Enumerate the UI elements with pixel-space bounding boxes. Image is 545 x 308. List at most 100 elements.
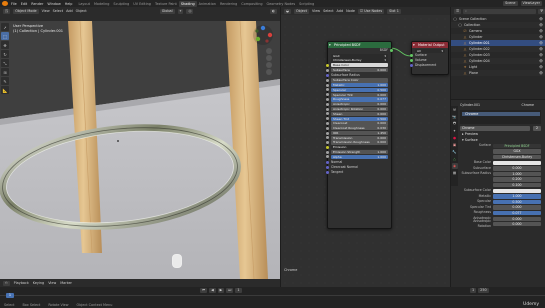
- node-field-metallic[interactable]: Metallic 1.000: [326, 83, 388, 88]
- viewport-menu-object[interactable]: Object: [76, 9, 87, 13]
- node-field-emission-strength[interactable]: Emission Strength 1.000: [326, 150, 388, 155]
- play-icon[interactable]: ▶: [217, 288, 225, 293]
- node-socket[interactable]: [326, 155, 329, 159]
- node-field-ior[interactable]: IOR 1.450: [326, 130, 388, 136]
- property-value-field[interactable]: 1.000: [493, 194, 541, 199]
- node-socket[interactable]: [326, 170, 329, 174]
- node-socket[interactable]: [326, 73, 329, 77]
- viewport-menu-add[interactable]: Add: [66, 9, 73, 13]
- node-field-anisotropic[interactable]: Anisotropic 0.000: [326, 102, 388, 107]
- subsurface-method-dropdown[interactable]: Christensen-Burley ▾: [331, 58, 388, 63]
- proportional-edit-icon[interactable]: ◎: [186, 8, 194, 14]
- material-slot-item[interactable]: Chrome: [462, 111, 540, 116]
- pan-hand-icon[interactable]: [266, 55, 272, 61]
- output-target-dropdown[interactable]: All ▾: [415, 48, 445, 53]
- select-box-tool-icon[interactable]: ⬚: [1, 32, 9, 40]
- node-socket[interactable]: [326, 121, 329, 125]
- ortho-grid-icon[interactable]: [266, 69, 272, 75]
- scale-tool-icon[interactable]: ⤡: [1, 59, 9, 67]
- render-tab-icon[interactable]: 📷: [452, 114, 458, 120]
- property-value-field[interactable]: 0.000: [493, 205, 541, 210]
- move-tool-icon[interactable]: ✥: [1, 41, 9, 49]
- node-field-base-color[interactable]: Base Color: [326, 63, 388, 68]
- outliner-item-plane[interactable]: △ Plane 👁: [451, 70, 545, 76]
- outliner-search-icon[interactable]: ⌕: [463, 8, 536, 14]
- node-socket[interactable]: [326, 117, 329, 121]
- node-socket[interactable]: [326, 102, 329, 106]
- node-socket[interactable]: [326, 107, 329, 111]
- property-value-field[interactable]: 1.000: [493, 171, 541, 177]
- jump-start-icon[interactable]: ⏮: [200, 288, 208, 293]
- node-field-clearcoat-roughness[interactable]: Clearcoat Roughness 0.030: [326, 126, 388, 131]
- node-socket[interactable]: [326, 112, 329, 116]
- surface-socket[interactable]: [410, 54, 413, 58]
- node-field-subsurface-color[interactable]: Subsurface Color: [326, 78, 388, 83]
- tab-layout[interactable]: Layout: [76, 1, 92, 7]
- object-tab-icon[interactable]: ▣: [452, 142, 458, 148]
- property-value-field[interactable]: 0.000: [493, 222, 541, 227]
- data-tab-icon[interactable]: △: [452, 156, 458, 162]
- material-users-count[interactable]: 2: [533, 126, 541, 131]
- node-field-specular[interactable]: Specular 0.500: [326, 87, 388, 93]
- cursor-tool-icon[interactable]: ➚: [1, 23, 9, 31]
- tool-tab-icon[interactable]: ⚒: [452, 107, 458, 113]
- property-value-field[interactable]: 0.000: [493, 166, 541, 171]
- tab-geometry-nodes[interactable]: Geometry Nodes: [265, 1, 298, 7]
- annotate-tool-icon[interactable]: ✎: [1, 77, 9, 85]
- property-value-field[interactable]: 0.500: [493, 199, 541, 205]
- blender-logo-icon[interactable]: [2, 1, 8, 6]
- tab-animation[interactable]: Animation: [197, 1, 218, 7]
- ne-menu-add[interactable]: Add: [337, 9, 344, 13]
- node-field-transmission-roughness[interactable]: Transmission Roughness 0.000: [326, 140, 388, 145]
- rotate-tool-icon[interactable]: ↻: [1, 50, 9, 58]
- texture-tab-icon[interactable]: ▦: [452, 170, 458, 176]
- node-socket[interactable]: [326, 88, 329, 92]
- node-socket[interactable]: [326, 150, 329, 154]
- use-nodes-checkbox[interactable]: ☑ Use Nodes: [357, 8, 385, 14]
- ne-menu-node[interactable]: Node: [346, 9, 355, 13]
- shader-editor-type-icon[interactable]: ◒: [284, 8, 291, 14]
- tab-shading[interactable]: Shading: [178, 0, 197, 7]
- property-value-field[interactable]: 0.077: [493, 210, 541, 216]
- property-value-field[interactable]: [493, 188, 541, 193]
- viewport-menu-select[interactable]: Select: [53, 9, 63, 13]
- view-layer-selector[interactable]: ViewLayer: [520, 1, 542, 6]
- sss-method-field[interactable]: Christensen-Burley: [493, 154, 541, 160]
- menu-help[interactable]: Help: [65, 2, 73, 6]
- timeline-menu-keying[interactable]: Keying: [33, 281, 44, 285]
- property-value-field[interactable]: [493, 160, 541, 165]
- timeline-area[interactable]: ⏮ ◀ ▶ ⏭ 1 1 250 1: [0, 287, 545, 301]
- timeline-menu-playback[interactable]: Playback: [14, 281, 29, 285]
- property-value-field[interactable]: 0.000: [493, 216, 541, 221]
- node-field-alpha[interactable]: Alpha 1.000: [326, 154, 388, 159]
- output-tab-icon[interactable]: 🖶: [452, 121, 458, 127]
- filter-icon[interactable]: ⧩: [537, 8, 545, 14]
- measure-tool-icon[interactable]: 📐: [1, 86, 9, 94]
- outliner-editor-icon[interactable]: ☰: [454, 8, 462, 14]
- node-field-clearcoat[interactable]: Clearcoat 0.000: [326, 121, 388, 126]
- volume-socket[interactable]: [410, 59, 413, 63]
- camera-view-icon[interactable]: [266, 62, 272, 68]
- playhead[interactable]: 1: [6, 293, 14, 298]
- visibility-eye-icon[interactable]: 👁: [539, 70, 543, 76]
- node-field-subsurface[interactable]: Subsurface 0.000: [326, 67, 388, 73]
- slot-dropdown[interactable]: Slot 1: [387, 8, 401, 14]
- material-datablock-field[interactable]: Chrome: [460, 126, 530, 131]
- node-field-sheen-tint[interactable]: Sheen Tint 0.500: [326, 116, 388, 121]
- timeline-menu-marker[interactable]: Marker: [60, 281, 72, 285]
- frame-start-field[interactable]: 1: [470, 288, 477, 293]
- world-tab-icon[interactable]: ●: [452, 135, 458, 141]
- distribution-dropdown[interactable]: GGX ▾: [331, 53, 388, 58]
- node-socket[interactable]: [326, 165, 329, 169]
- material-output-node[interactable]: Material Output All▾ Surface Volume Disp…: [410, 41, 449, 75]
- ne-menu-view[interactable]: View: [312, 9, 320, 13]
- snap-icon[interactable]: ⌖: [177, 8, 184, 14]
- editor-type-button[interactable]: ◳: [3, 8, 11, 14]
- node-socket[interactable]: [326, 160, 329, 164]
- scene-selector[interactable]: Scene: [503, 1, 518, 6]
- node-socket[interactable]: [326, 141, 329, 145]
- displacement-socket[interactable]: [410, 64, 413, 68]
- node-field-specular-tint[interactable]: Specular Tint 0.000: [326, 92, 388, 97]
- mode-dropdown[interactable]: Object Mode: [13, 8, 39, 14]
- node-socket[interactable]: [326, 98, 329, 102]
